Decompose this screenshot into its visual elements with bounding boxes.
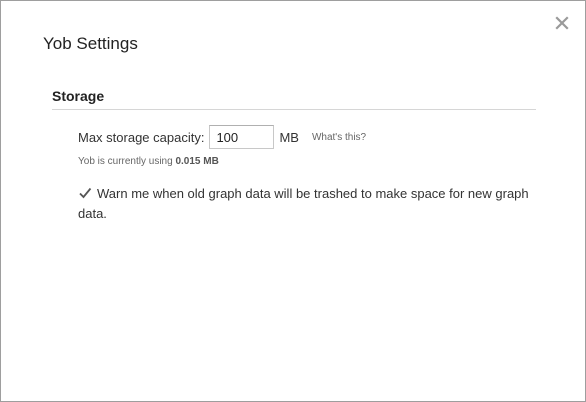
checkmark-icon (79, 187, 92, 199)
warn-checkbox[interactable] (78, 186, 92, 200)
usage-status: Yob is currently using 0.015 MB (78, 156, 219, 167)
close-icon (555, 16, 569, 30)
settings-dialog: Yob Settings Storage Max storage capacit… (0, 0, 586, 402)
warn-label: Warn me when old graph data will be tras… (78, 186, 529, 221)
dialog-title: Yob Settings (43, 34, 138, 53)
section-title: Storage (52, 88, 105, 104)
whats-this-link[interactable]: What's this? (312, 132, 366, 143)
storage-section-header: Storage (52, 88, 536, 110)
usage-prefix: Yob is currently using (78, 156, 173, 167)
unit-label: MB (279, 129, 299, 145)
max-storage-row: Max storage capacity: MB What's this? (78, 125, 366, 149)
warn-row: Warn me when old graph data will be tras… (78, 184, 548, 224)
close-button[interactable] (553, 14, 571, 32)
max-storage-input[interactable] (209, 125, 275, 149)
usage-value: 0.015 MB (175, 156, 219, 167)
max-storage-label: Max storage capacity: (78, 129, 205, 145)
